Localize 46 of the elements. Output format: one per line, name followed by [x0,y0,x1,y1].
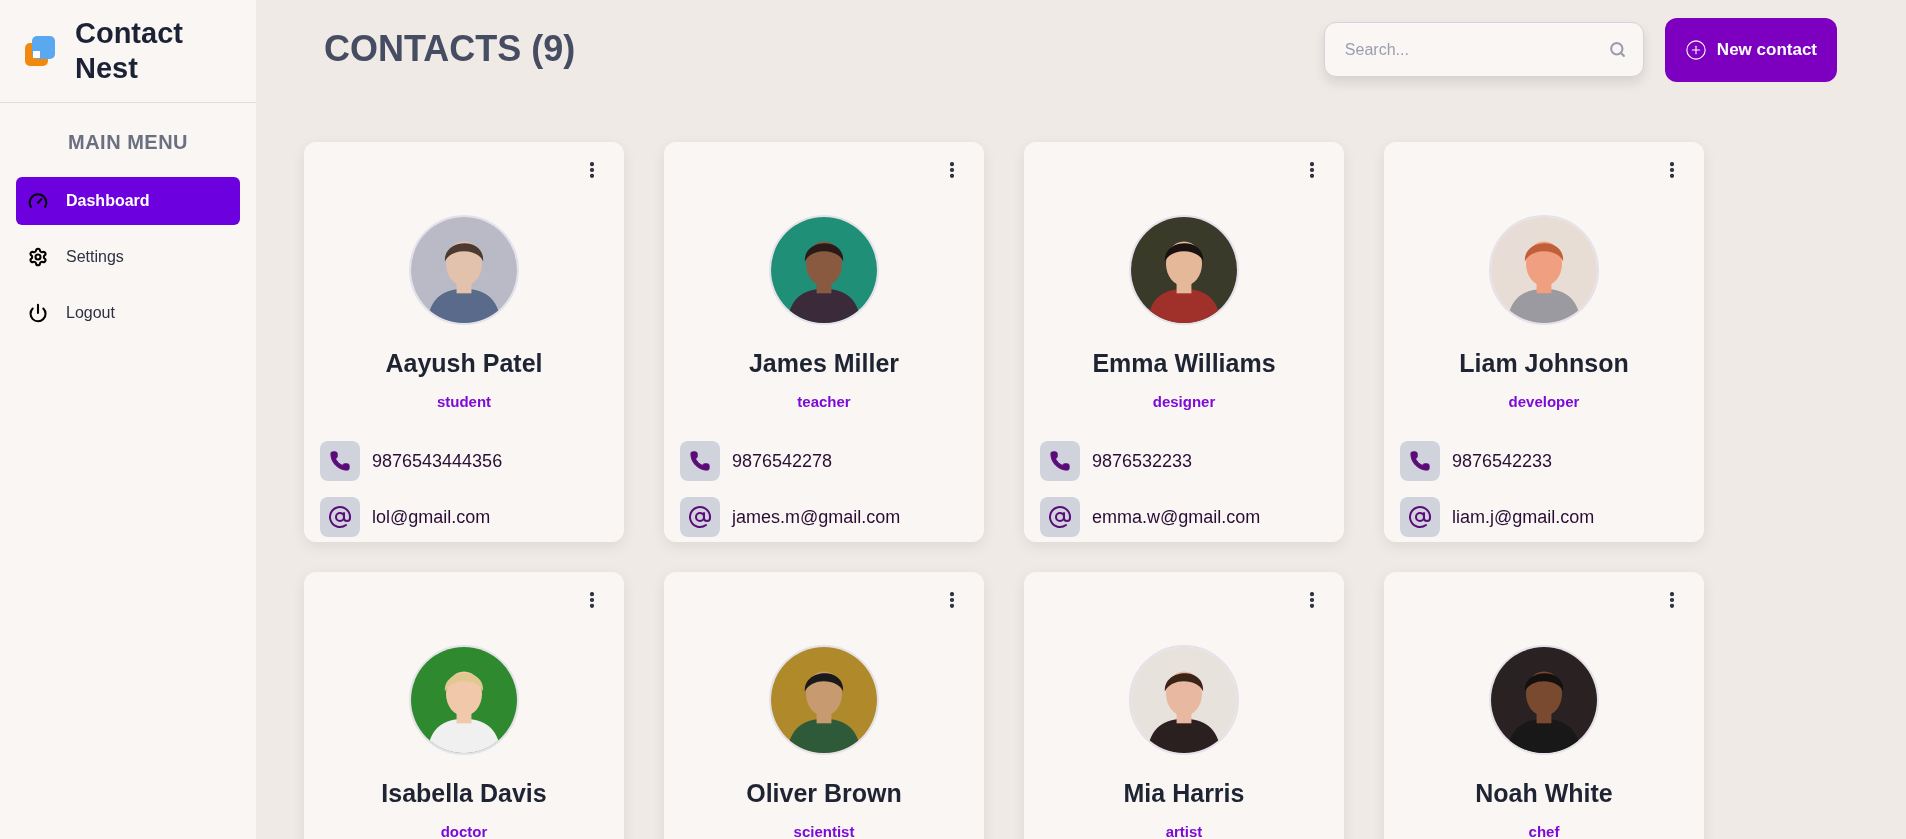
search-icon [1608,41,1626,58]
contact-role: designer [1152,391,1216,412]
contact-role: doctor [440,821,488,839]
contact-name: Emma Williams [1092,348,1276,379]
menu-item[interactable]: Dashboard [16,177,240,225]
contact-name: Mia Harris [1123,778,1245,809]
new-contact-button[interactable]: New contact [1664,18,1837,82]
add-icon [1684,39,1707,61]
contact-role: chef [1528,821,1560,839]
contact-name: Noah White [1475,778,1613,809]
contact-role: scientist [793,821,855,839]
contact-role: developer [1508,391,1580,412]
phone-icon [1400,441,1440,481]
logo-icon [25,36,55,66]
power-icon [28,303,48,323]
menu-item[interactable]: Logout [16,289,240,337]
app-name: Contact Nest [75,16,184,86]
contact-role: teacher [797,391,851,412]
phone-icon [320,441,360,481]
email-address: lol@gmail.com [372,505,491,529]
phone-number: 9876542278 [732,449,833,473]
menu-item[interactable]: Settings [16,233,240,281]
search-field[interactable]: Search... [1323,22,1644,77]
gauge-icon [28,191,48,211]
contact-name: Liam Johnson [1459,348,1629,379]
phone-icon [680,441,720,481]
contact-name: James Miller [748,348,900,379]
email-address: james.m@gmail.com [732,505,901,529]
contact-name: Aayush Patel [385,348,543,379]
page-title: CONTACTS (9) [324,27,576,71]
contact-name: Oliver Brown [746,778,902,809]
email-address: emma.w@gmail.com [1092,505,1261,529]
contact-role: artist [1165,821,1203,839]
menu-heading: MAIN MENU [66,130,189,155]
contact-name: Isabella Davis [381,778,547,809]
phone-number: 9876542233 [1452,449,1553,473]
contact-role: student [436,391,492,412]
phone-number: 9876543444356 [372,449,503,473]
email-icon [320,497,360,537]
email-icon [1400,497,1440,537]
email-icon [1040,497,1080,537]
email-address: liam.j@gmail.com [1452,505,1595,529]
phone-number: 9876532233 [1092,449,1193,473]
settings-icon [28,247,48,267]
email-icon [680,497,720,537]
phone-icon [1040,441,1080,481]
